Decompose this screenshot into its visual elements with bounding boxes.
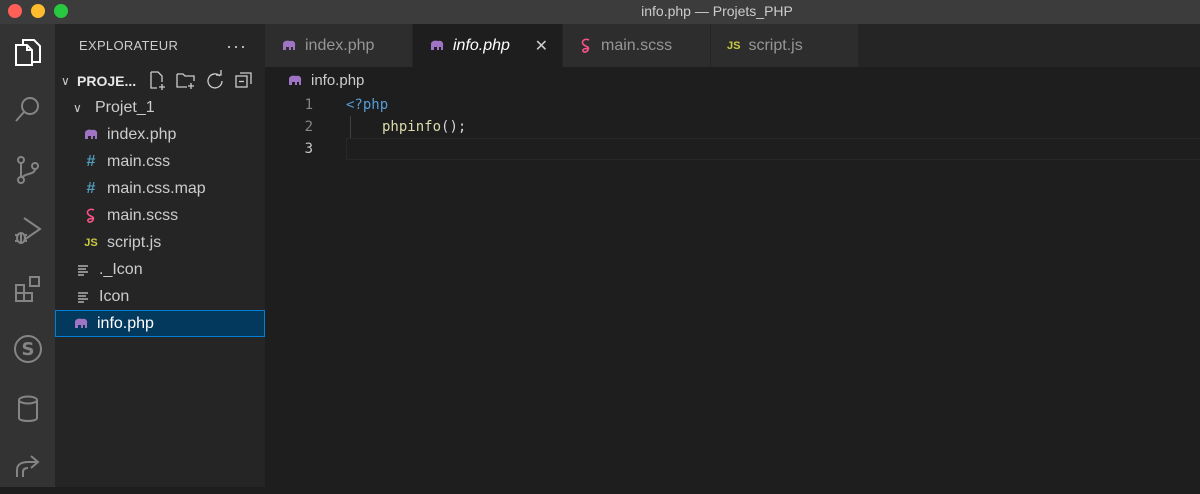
file-label: main.css.map <box>107 179 206 197</box>
sass-icon <box>83 208 99 224</box>
title-bar: info.php — Projets_PHP <box>0 0 1200 24</box>
tab-script-js[interactable]: JS script.js <box>711 24 859 67</box>
code-editor[interactable]: 1 <?php 2 phpinfo(); 3 <box>265 94 1200 487</box>
breadcrumb: info.php <box>265 67 1200 94</box>
collapse-all-icon[interactable] <box>234 70 254 95</box>
line-number: 2 <box>304 119 313 135</box>
tab-main-scss[interactable]: main.scss <box>563 24 711 67</box>
tab-label: main.scss <box>601 36 673 54</box>
svg-text:S: S <box>21 339 34 360</box>
file-main-css-map[interactable]: # main.css.map <box>55 175 265 202</box>
tab-index-php[interactable]: index.php <box>265 24 413 67</box>
function-name: phpinfo <box>382 119 442 135</box>
php-icon <box>73 318 89 330</box>
file-info-php[interactable]: info.php <box>55 310 265 337</box>
js-icon: JS <box>84 236 98 249</box>
code-line: 2 phpinfo(); <box>265 116 1200 138</box>
lines-icon <box>75 264 91 276</box>
explorer-sidebar: EXPLORATEUR ··· ∨ PROJE... ∨ Projet_1 in… <box>55 24 265 487</box>
file-icon[interactable]: Icon <box>55 283 265 310</box>
tab-label: script.js <box>748 36 803 54</box>
code-text: <?php <box>346 97 389 113</box>
tab-info-php[interactable]: info.php ✕ <box>413 24 563 67</box>
remote-share-icon[interactable] <box>0 438 55 494</box>
explorer-actions <box>147 70 254 95</box>
source-control-icon[interactable] <box>0 142 55 198</box>
file-script-js[interactable]: JS script.js <box>55 229 265 256</box>
more-actions-icon[interactable]: ··· <box>226 36 247 57</box>
tab-label: info.php <box>453 36 510 54</box>
database-icon[interactable] <box>0 381 55 437</box>
close-icon[interactable]: ✕ <box>535 36 548 56</box>
code-line: 3 <box>265 138 1200 160</box>
s-extension-icon[interactable]: S <box>0 321 55 377</box>
run-debug-icon[interactable] <box>0 202 55 258</box>
file-label: info.php <box>97 314 154 332</box>
chevron-down-icon: ∨ <box>61 73 70 88</box>
php-icon <box>83 129 99 141</box>
file-label: Icon <box>99 287 130 305</box>
files-icon[interactable] <box>0 24 55 80</box>
file-icon-hidden[interactable]: ._Icon <box>55 256 265 283</box>
file-label: main.scss <box>107 206 179 224</box>
editor-tabs: index.php info.php ✕ main.scss JS script… <box>265 24 1200 67</box>
folder-label: Projet_1 <box>95 98 155 116</box>
sass-icon <box>579 38 593 54</box>
refresh-icon[interactable] <box>205 70 225 95</box>
hash-icon: # <box>86 152 96 170</box>
activity-bar: S <box>0 24 55 487</box>
new-folder-icon[interactable] <box>176 70 196 95</box>
php-icon <box>429 40 445 52</box>
line-number: 1 <box>304 97 313 113</box>
new-file-icon[interactable] <box>147 70 167 95</box>
file-label: ._Icon <box>99 260 143 278</box>
chevron-down-icon: ∨ <box>73 100 82 115</box>
lines-icon <box>75 291 91 303</box>
workspace-section-label: PROJE... <box>77 72 137 89</box>
extensions-icon[interactable] <box>0 261 55 317</box>
code-text: phpinfo(); <box>382 119 466 135</box>
hash-icon: # <box>86 179 96 197</box>
window-title: info.php — Projets_PHP <box>641 3 793 19</box>
tab-label: index.php <box>305 36 375 54</box>
file-main-css[interactable]: # main.css <box>55 148 265 175</box>
line-number: 3 <box>304 141 313 157</box>
breadcrumb-file[interactable]: info.php <box>311 72 364 89</box>
js-icon: JS <box>727 39 741 52</box>
file-index-php[interactable]: index.php <box>55 121 265 148</box>
punctuation: (); <box>441 119 467 135</box>
file-main-scss[interactable]: main.scss <box>55 202 265 229</box>
file-label: index.php <box>107 125 177 143</box>
folder-projet-1[interactable]: ∨ Projet_1 <box>55 94 265 121</box>
code-line: 1 <?php <box>265 94 1200 116</box>
file-label: main.css <box>107 152 171 170</box>
file-label: script.js <box>107 233 162 251</box>
search-icon[interactable] <box>0 82 55 138</box>
php-icon <box>281 40 297 52</box>
php-icon <box>287 75 303 87</box>
